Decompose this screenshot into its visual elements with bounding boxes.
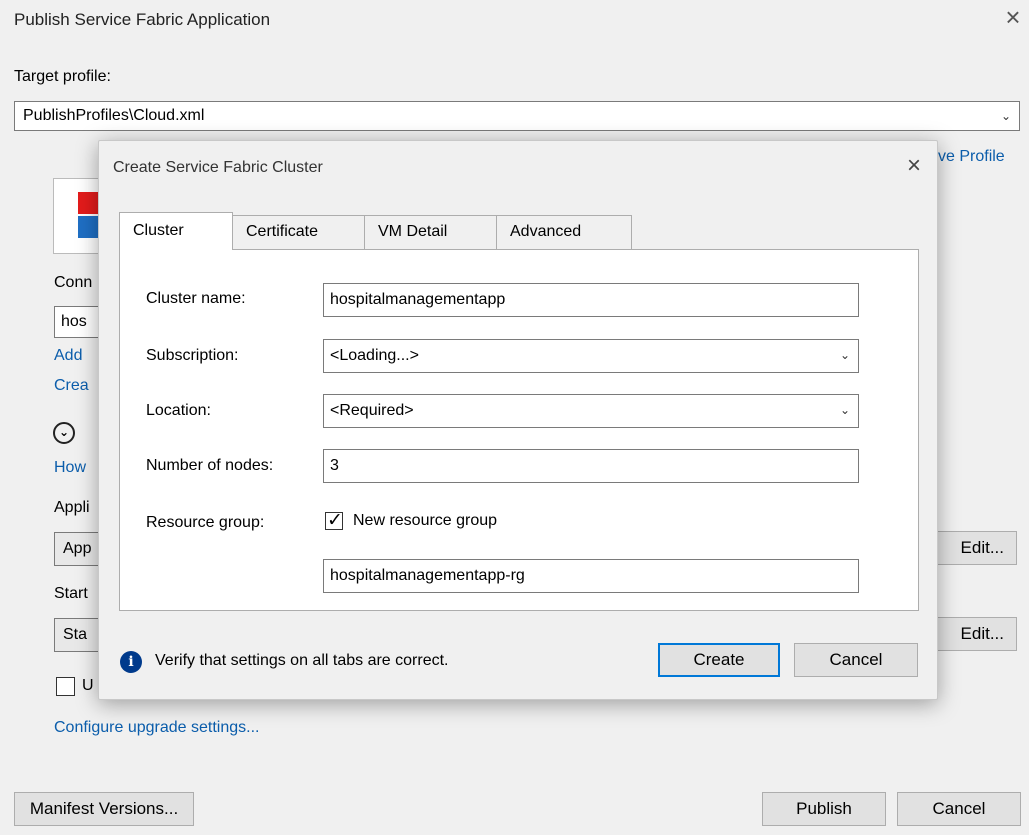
how-link[interactable]: How: [54, 459, 86, 477]
resource-group-input[interactable]: hospitalmanagementapp-rg: [323, 559, 859, 593]
cluster-name-label: Cluster name:: [146, 290, 246, 307]
dialog-title: Create Service Fabric Cluster: [113, 159, 323, 176]
tab-advanced[interactable]: Advanced: [496, 215, 632, 249]
tab-vm-detail[interactable]: VM Detail: [364, 215, 497, 249]
info-message: Verify that settings on all tabs are cor…: [155, 652, 449, 669]
tab-cluster[interactable]: Cluster: [119, 212, 233, 250]
save-profile-link[interactable]: ve Profile: [938, 148, 1005, 166]
dialog-cancel-button[interactable]: Cancel: [794, 643, 918, 677]
nodes-label: Number of nodes:: [146, 457, 274, 474]
location-select[interactable]: <Required> ⌄: [323, 394, 859, 428]
add-link[interactable]: Add: [54, 347, 82, 365]
create-cluster-dialog: Create Service Fabric Cluster × Cluster …: [98, 140, 938, 700]
nodes-input[interactable]: 3: [323, 449, 859, 483]
chevron-down-icon: ⌄: [839, 348, 850, 362]
close-icon[interactable]: ×: [1000, 4, 1026, 30]
info-icon: i: [120, 651, 142, 673]
checkmark-icon: ✓: [327, 510, 343, 531]
application-label: Appli: [54, 499, 90, 516]
application-value: App: [63, 540, 92, 557]
connection-label: Conn: [54, 274, 93, 291]
cancel-button[interactable]: Cancel: [897, 792, 1021, 826]
start-value: Sta: [63, 626, 88, 643]
subscription-select[interactable]: <Loading...> ⌄: [323, 339, 859, 373]
publish-button[interactable]: Publish: [762, 792, 886, 826]
target-profile-label: Target profile:: [14, 68, 111, 85]
create-button[interactable]: Create: [658, 643, 780, 677]
upgrade-checkbox[interactable]: [56, 677, 75, 696]
create-link[interactable]: Crea: [54, 377, 89, 395]
chevron-down-icon: ⌄: [1000, 109, 1011, 123]
cluster-name-input[interactable]: hospitalmanagementapp: [323, 283, 859, 317]
new-resource-group-checkbox[interactable]: ✓: [325, 510, 343, 531]
upgrade-checkbox-label: U: [82, 677, 94, 694]
manifest-versions-button[interactable]: Manifest Versions...: [14, 792, 194, 826]
expand-circle-icon[interactable]: ⌄: [53, 422, 75, 444]
tab-certificate[interactable]: Certificate: [232, 215, 365, 249]
chevron-down-icon: ⌄: [839, 403, 850, 417]
location-label: Location:: [146, 402, 211, 419]
start-label: Start: [54, 585, 88, 602]
resource-group-label: Resource group:: [146, 514, 265, 531]
new-resource-group-option[interactable]: ✓ New resource group: [325, 510, 498, 531]
subscription-value: <Loading...>: [330, 347, 419, 364]
target-profile-select[interactable]: PublishProfiles\Cloud.xml ⌄: [14, 101, 1020, 131]
target-profile-value: PublishProfiles\Cloud.xml: [23, 107, 205, 124]
window-title: Publish Service Fabric Application: [14, 10, 271, 29]
cluster-tab-panel: Cluster name: hospitalmanagementapp Subs…: [119, 249, 919, 611]
new-resource-group-label: New resource group: [353, 512, 498, 529]
location-value: <Required>: [330, 402, 414, 419]
subscription-label: Subscription:: [146, 347, 239, 364]
configure-upgrade-link[interactable]: Configure upgrade settings...: [54, 719, 259, 737]
dialog-close-icon[interactable]: ×: [901, 153, 927, 179]
